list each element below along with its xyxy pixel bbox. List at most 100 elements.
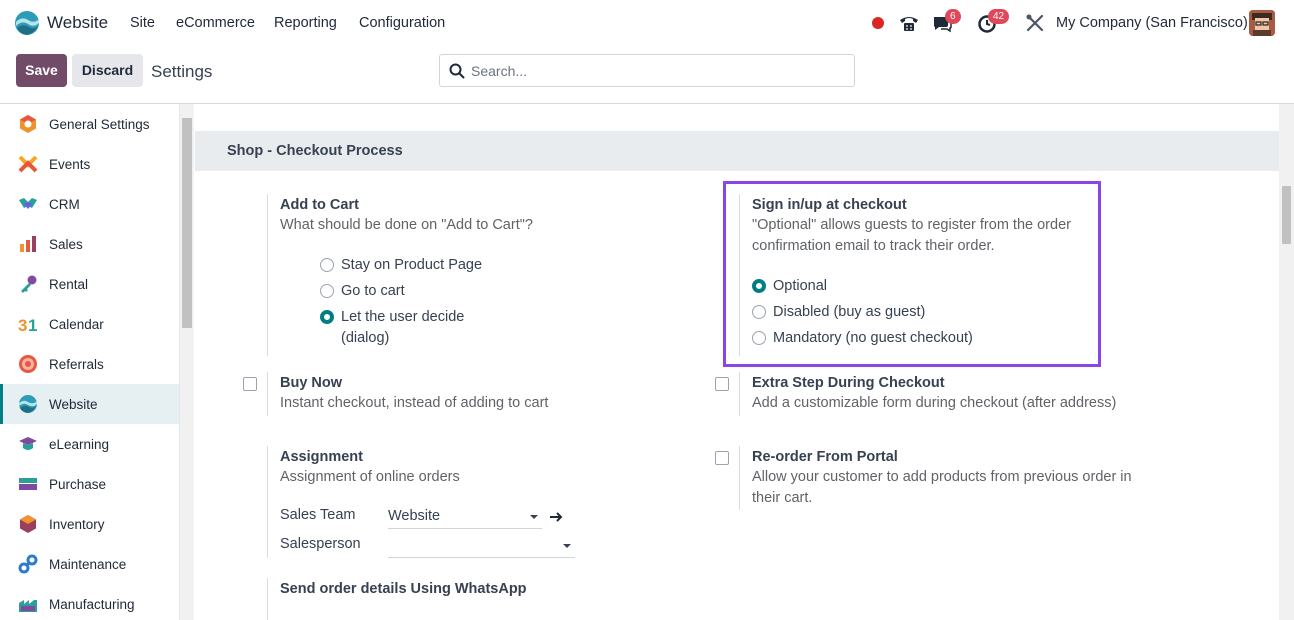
radio-mandatory[interactable]: Mandatory (no guest checkout): [752, 328, 973, 349]
radio-button-checked[interactable]: [320, 310, 334, 324]
radio-label-line1: Let the user decide: [341, 309, 465, 325]
assignment-title: Assignment: [280, 449, 363, 465]
discard-button[interactable]: Discard: [72, 54, 143, 87]
purchase-icon: [19, 478, 37, 490]
radio-button[interactable]: [320, 284, 334, 298]
add-to-cart-desc: What should be done on "Add to Cart"?: [280, 217, 533, 233]
radio-button-checked[interactable]: [752, 279, 766, 293]
settings-sidebar: General Settings Events CRM Sales Rental: [0, 104, 180, 620]
radio-optional[interactable]: Optional: [752, 276, 827, 297]
sidebar-item-calendar[interactable]: 3 1 Calendar: [0, 304, 179, 344]
buy-now-checkbox[interactable]: [243, 377, 257, 391]
menu-reporting[interactable]: Reporting: [274, 15, 337, 31]
buy-now-desc: Instant checkout, instead of adding to c…: [280, 395, 549, 411]
reorder-desc-line2: their cart.: [752, 490, 813, 506]
arrow-right-icon[interactable]: [549, 510, 563, 524]
general-settings-icon: [20, 115, 36, 133]
reorder-title: Re-order From Portal: [752, 449, 898, 465]
sidebar-item-label: Website: [49, 396, 98, 412]
tools-icon[interactable]: [1024, 12, 1046, 34]
sidebar-item-label: General Settings: [49, 116, 150, 132]
chevron-down-icon: [563, 544, 571, 548]
events-icon: [18, 155, 38, 173]
sidebar-item-label: Sales: [49, 236, 83, 252]
sidebar-item-general-settings[interactable]: General Settings: [0, 104, 179, 144]
radio-label: Disabled (buy as guest): [773, 304, 926, 320]
sidebar-item-crm[interactable]: CRM: [0, 184, 179, 224]
sidebar-item-label: Rental: [49, 276, 89, 292]
reorder-desc-line1: Allow your customer to add products from…: [752, 469, 1132, 485]
sales-icon: [20, 236, 36, 252]
main-scroll-thumb[interactable]: [1282, 186, 1291, 244]
crm-icon: [19, 198, 37, 209]
sidebar-item-rental[interactable]: Rental: [0, 264, 179, 304]
main-scrollbar[interactable]: [1279, 104, 1294, 620]
sidebar-scroll-thumb[interactable]: [182, 118, 192, 328]
sidebar-item-events[interactable]: Events: [0, 144, 179, 184]
calendar-icon: 3 1: [18, 316, 37, 334]
radio-button[interactable]: [752, 305, 766, 319]
radio-label-line2: (dialog): [341, 330, 390, 346]
inventory-icon: [20, 515, 36, 533]
menu-ecommerce[interactable]: eCommerce: [176, 15, 255, 31]
svg-text:3: 3: [18, 316, 27, 334]
sidebar-item-maintenance[interactable]: Maintenance: [0, 544, 179, 584]
salesperson-select[interactable]: [388, 534, 575, 558]
search-box[interactable]: [439, 54, 855, 87]
rental-icon: [21, 275, 37, 293]
menu-site[interactable]: Site: [130, 15, 155, 31]
radio-button[interactable]: [320, 258, 334, 272]
menu-configuration[interactable]: Configuration: [359, 15, 445, 31]
setting-divider: [739, 372, 740, 416]
sales-team-label: Sales Team: [280, 507, 356, 523]
sidebar-item-manufacturing[interactable]: Manufacturing: [0, 584, 179, 620]
sales-team-select[interactable]: Website: [388, 505, 542, 529]
app-title[interactable]: Website: [47, 13, 108, 33]
radio-go-to-cart[interactable]: Go to cart: [320, 281, 405, 302]
phone-icon[interactable]: [898, 12, 920, 34]
sidebar-scrollbar[interactable]: [180, 104, 194, 620]
setting-divider: [267, 578, 268, 620]
sidebar-item-referrals[interactable]: Referrals: [0, 344, 179, 384]
section-header: Shop - Checkout Process: [195, 131, 1279, 171]
user-avatar[interactable]: [1249, 10, 1275, 36]
breadcrumb: Settings: [151, 62, 213, 81]
sidebar-item-elearning[interactable]: eLearning: [0, 424, 179, 464]
radio-disabled-buy-as-guest[interactable]: Disabled (buy as guest): [752, 302, 925, 323]
user-avatar-icon: [1249, 10, 1275, 36]
website-icon: [19, 395, 37, 413]
sidebar-item-label: eLearning: [49, 436, 110, 452]
whatsapp-title: Send order details Using WhatsApp: [280, 581, 527, 597]
sidebar-item-website[interactable]: Website: [0, 384, 179, 424]
setting-divider: [739, 446, 740, 510]
sidebar-item-sales[interactable]: Sales: [0, 224, 179, 264]
website-app-icon[interactable]: [14, 10, 40, 36]
manufacturing-icon: [19, 600, 37, 612]
radio-let-user-decide[interactable]: Let the user decide (dialog): [320, 307, 464, 349]
radio-stay-on-product-page[interactable]: Stay on Product Page: [320, 255, 482, 276]
extra-step-checkbox[interactable]: [715, 377, 729, 391]
sign-in-checkout-desc-line1: "Optional" allows guests to register fro…: [752, 217, 1071, 233]
radio-label: Let the user decide (dialog): [341, 307, 464, 349]
sidebar-item-inventory[interactable]: Inventory: [0, 504, 179, 544]
add-to-cart-title: Add to Cart: [280, 197, 359, 213]
extra-step-desc: Add a customizable form during checkout …: [752, 395, 1117, 411]
referrals-icon: [19, 355, 37, 373]
save-button[interactable]: Save: [16, 54, 67, 87]
setting-divider: [739, 194, 740, 356]
sidebar-item-purchase[interactable]: Purchase: [0, 464, 179, 504]
maintenance-icon: [18, 554, 38, 574]
sidebar-item-label: Purchase: [49, 476, 107, 492]
top-navbar: Website Site eCommerce Reporting Configu…: [0, 0, 1294, 46]
sign-in-checkout-desc-line2: confirmation email to track their order.: [752, 238, 995, 254]
sidebar-item-label: Inventory: [49, 516, 105, 532]
elearning-icon: [19, 437, 37, 450]
sidebar-item-label: Referrals: [49, 356, 104, 372]
search-input[interactable]: [471, 56, 841, 85]
setting-divider: [267, 446, 268, 558]
company-switcher[interactable]: My Company (San Francisco): [1056, 15, 1248, 31]
sign-in-checkout-title: Sign in/up at checkout: [752, 197, 907, 213]
recording-status-icon[interactable]: [872, 17, 884, 29]
reorder-checkbox[interactable]: [715, 451, 729, 465]
radio-button[interactable]: [752, 331, 766, 345]
